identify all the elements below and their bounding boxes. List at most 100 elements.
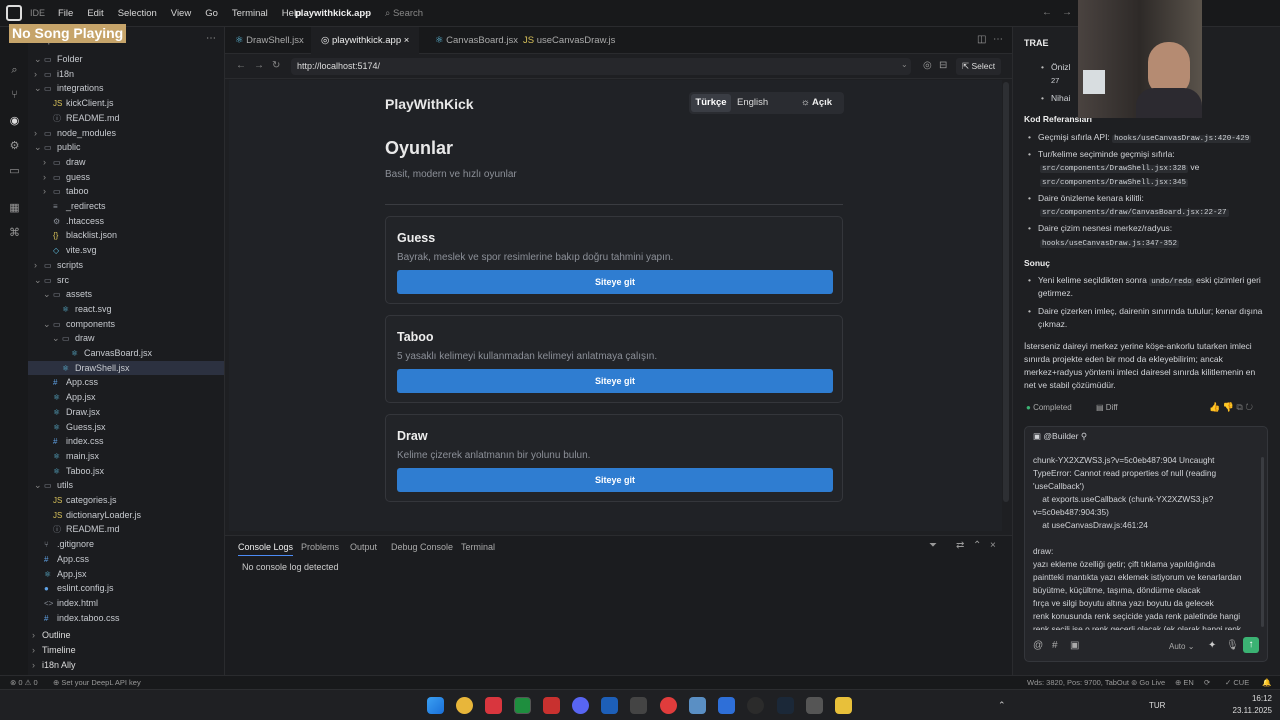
app-icon[interactable] bbox=[689, 697, 706, 714]
tree-folder[interactable]: › ▭ node_modules bbox=[28, 126, 224, 140]
file-explorer-icon[interactable] bbox=[835, 697, 852, 714]
language-status[interactable]: ⊕ EN bbox=[1175, 678, 1194, 687]
source-control-icon[interactable]: ⑂ bbox=[8, 89, 21, 102]
tree-folder[interactable]: › ▭ guess bbox=[28, 170, 224, 184]
send-button[interactable]: ↑ bbox=[1243, 637, 1259, 653]
tree-file[interactable]: ⚛ CanvasBoard.jsx bbox=[28, 346, 224, 360]
tree-folder[interactable]: ⌄ ▭ Folder bbox=[28, 52, 224, 66]
debug-icon[interactable]: ⚙ bbox=[8, 140, 21, 153]
visit-site-button[interactable]: Siteye git bbox=[397, 369, 833, 393]
tree-file[interactable]: ⚛ App.jsx bbox=[28, 567, 224, 581]
reload-icon[interactable]: ↻ bbox=[272, 60, 280, 71]
visit-site-button[interactable]: Siteye git bbox=[397, 270, 833, 294]
image-icon[interactable]: ▣ bbox=[1070, 639, 1079, 652]
section-outline[interactable]: › Outline bbox=[32, 628, 71, 642]
chat-scrollbar[interactable] bbox=[1261, 457, 1264, 627]
filter-icon[interactable]: ⏷ bbox=[929, 540, 937, 551]
menu-terminal[interactable]: Terminal bbox=[232, 8, 268, 19]
chevron-down-icon[interactable]: ⌄ bbox=[901, 60, 908, 69]
tree-file[interactable]: ⚙ .htaccess bbox=[28, 214, 224, 228]
section-i18n-ally[interactable]: › i18n Ally bbox=[32, 658, 76, 672]
tree-file[interactable]: ⓘ README.md bbox=[28, 111, 224, 125]
back-icon[interactable]: ← bbox=[236, 60, 246, 71]
tab-usecanvasdraw[interactable]: JS useCanvasDraw.js bbox=[513, 27, 625, 54]
tree-folder[interactable]: › ▭ i18n bbox=[28, 67, 224, 81]
tree-file[interactable]: ⓘ README.md bbox=[28, 522, 224, 536]
section-timeline[interactable]: › Timeline bbox=[32, 643, 76, 657]
project-title[interactable]: playwithkick.app bbox=[295, 8, 371, 19]
tree-file[interactable]: <> index.html bbox=[28, 596, 224, 610]
tree-file[interactable]: # index.css bbox=[28, 434, 224, 448]
forward-arrow-icon[interactable]: → bbox=[1062, 7, 1072, 18]
tree-file[interactable]: JS kickClient.js bbox=[28, 96, 224, 110]
tab-terminal[interactable]: Terminal bbox=[461, 542, 495, 552]
code-ref[interactable]: hooks/useCanvasDraw.js:347-352 bbox=[1040, 240, 1180, 248]
filezilla-icon[interactable] bbox=[543, 697, 560, 714]
tree-file[interactable]: # App.css bbox=[28, 375, 224, 389]
clock-time[interactable]: 16:12 bbox=[1232, 694, 1272, 703]
mic-icon[interactable]: 🎙 bbox=[1226, 639, 1239, 652]
menu-selection[interactable]: Selection bbox=[118, 8, 157, 19]
discord-icon[interactable] bbox=[572, 697, 589, 714]
problems-indicator[interactable]: ⊗ 0 ⚠ 0 bbox=[10, 678, 38, 687]
search-icon[interactable]: ⌕ bbox=[8, 64, 21, 77]
tree-folder[interactable]: ⌄ ▭ public bbox=[28, 140, 224, 154]
search-input[interactable]: ⌕ Search bbox=[385, 8, 423, 19]
tree-file[interactable]: JS categories.js bbox=[28, 493, 224, 507]
clock-date[interactable]: 23.11.2025 bbox=[1212, 706, 1272, 715]
tree-file[interactable]: JS dictionaryLoader.js bbox=[28, 508, 224, 522]
code-ref[interactable]: src/components/draw/CanvasBoard.jsx:22-2… bbox=[1040, 209, 1229, 217]
app-icon[interactable] bbox=[806, 697, 823, 714]
cursor-position[interactable]: Wds: 3820, Pos: 9700, TabOut bbox=[1027, 678, 1129, 687]
app-icon[interactable] bbox=[601, 697, 618, 714]
forward-icon[interactable]: → bbox=[254, 60, 264, 71]
menu-view[interactable]: View bbox=[171, 8, 191, 19]
deepl-key-status[interactable]: ⊕ Set your DeepL API key bbox=[53, 678, 141, 687]
at-icon[interactable]: @ bbox=[1033, 639, 1043, 652]
tree-file[interactable]: ⚛ react.svg bbox=[28, 302, 224, 316]
code-ref[interactable]: src/components/DrawShell.jsx:328 bbox=[1040, 165, 1189, 173]
app-icon[interactable] bbox=[660, 697, 677, 714]
tree-folder[interactable]: ⌄ ▭ integrations bbox=[28, 81, 224, 95]
app-icon[interactable] bbox=[630, 697, 647, 714]
feedback-icons[interactable]: 👍 👎 ⧉ ↻ bbox=[1209, 401, 1253, 414]
code-ref[interactable]: src/components/DrawShell.jsx:345 bbox=[1040, 179, 1189, 187]
tree-file[interactable]: ⚛ App.jsx bbox=[28, 390, 224, 404]
tree-folder[interactable]: ⌄ ▭ assets bbox=[28, 287, 224, 301]
tree-file[interactable]: # App.css bbox=[28, 552, 224, 566]
sync-icon[interactable]: ⟳ bbox=[1204, 678, 1210, 687]
more-icon[interactable]: ⋯ bbox=[993, 34, 1003, 45]
menu-edit[interactable]: Edit bbox=[87, 8, 103, 19]
remote-icon[interactable]: ▭ bbox=[8, 165, 21, 178]
lang-en-button[interactable]: English bbox=[737, 94, 768, 112]
tree-folder[interactable]: › ▭ taboo bbox=[28, 184, 224, 198]
chevron-up-icon[interactable]: ⌃ bbox=[973, 540, 981, 551]
tray-chevron-icon[interactable]: ⌃ bbox=[998, 700, 1006, 711]
tab-output[interactable]: Output bbox=[350, 542, 377, 552]
input-language[interactable]: TUR bbox=[1149, 701, 1165, 710]
tab-debug-console[interactable]: Debug Console bbox=[391, 542, 453, 552]
tree-folder[interactable]: ⌄ ▭ draw bbox=[28, 331, 224, 345]
code-ref[interactable]: hooks/useCanvasDraw.js:420-429 bbox=[1112, 135, 1252, 143]
tree-folder[interactable]: ⌄ ▭ src bbox=[28, 273, 224, 287]
visit-site-button[interactable]: Siteye git bbox=[397, 468, 833, 492]
select-element-button[interactable]: ⇱ Select bbox=[956, 58, 1002, 75]
obs-icon[interactable] bbox=[747, 697, 764, 714]
tab-playwithkick[interactable]: ◎ playwithkick.app × bbox=[311, 27, 420, 54]
tree-folder[interactable]: ⌄ ▭ components bbox=[28, 317, 224, 331]
preview-scrollbar[interactable] bbox=[1003, 82, 1009, 502]
translate-icon[interactable]: ⌘ bbox=[8, 227, 21, 240]
model-select[interactable]: Auto ⌄ bbox=[1169, 640, 1194, 653]
tree-file[interactable]: ● eslint.config.js bbox=[28, 581, 224, 595]
tree-file[interactable]: ◇ vite.svg bbox=[28, 243, 224, 257]
url-input[interactable]: http://localhost:5174/ bbox=[291, 58, 911, 75]
tab-console-logs[interactable]: Console Logs bbox=[238, 542, 294, 556]
tree-file[interactable]: {} blacklist.json bbox=[28, 228, 224, 242]
target-icon[interactable]: ◎ bbox=[923, 60, 932, 71]
vivaldi-icon[interactable] bbox=[485, 697, 502, 714]
tree-file[interactable]: ⚛ DrawShell.jsx bbox=[28, 360, 224, 375]
chat-input-box[interactable]: ▣ @Builder ⚲ chunk-YX2XZWS3.js?v=5c0eb48… bbox=[1024, 426, 1268, 662]
back-arrow-icon[interactable]: ← bbox=[1042, 7, 1052, 18]
builder-mention[interactable]: ▣ @Builder ⚲ bbox=[1033, 430, 1087, 443]
chevron-down-icon[interactable]: ⌄ bbox=[363, 7, 371, 18]
